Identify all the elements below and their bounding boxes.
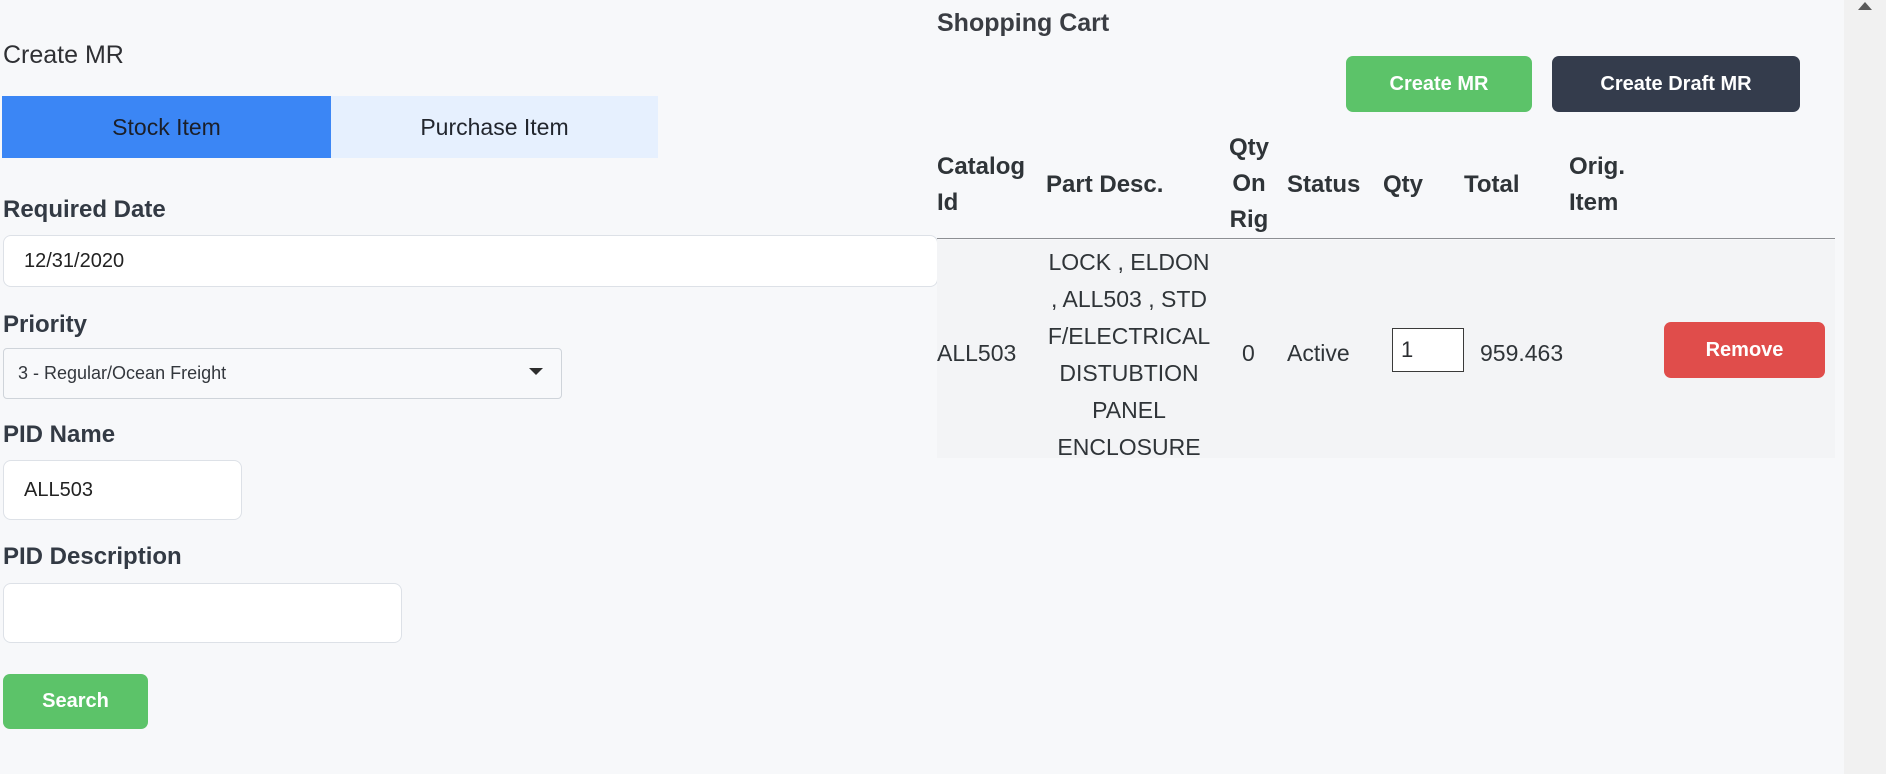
column-header-part-desc: Part Desc. — [1046, 167, 1163, 203]
create-draft-mr-button[interactable]: Create Draft MR — [1552, 56, 1800, 112]
header-text: Orig. — [1569, 153, 1626, 180]
cell-status: Active — [1287, 340, 1350, 366]
pid-name-label: PID Name — [3, 421, 116, 448]
header-text: Total — [1464, 171, 1520, 198]
part-desc-line: ENCLOSURE — [1057, 434, 1201, 460]
required-date-input[interactable]: 12/31/2020 — [3, 235, 938, 287]
column-header-qty: Qty — [1383, 167, 1423, 203]
part-desc-line: DISTUBTION — [1059, 360, 1199, 386]
pid-name-value: ALL503 — [24, 478, 93, 501]
header-text: Qty — [1383, 171, 1424, 198]
tab-purchase-item[interactable]: Purchase Item — [331, 96, 658, 158]
header-text: Item — [1569, 189, 1619, 216]
qty-input-value: 1 — [1401, 337, 1414, 362]
part-desc-line: , ALL503 , STD — [1051, 286, 1207, 312]
cell-qty-on-rig: 0 — [1242, 340, 1255, 366]
create-mr-button-label: Create MR — [1389, 72, 1489, 95]
priority-label: Priority — [3, 311, 88, 338]
pid-description-input[interactable] — [3, 583, 402, 643]
column-header-total: Total — [1464, 167, 1520, 203]
tab-stock-item[interactable]: Stock Item — [2, 96, 331, 158]
table-header-divider — [937, 238, 1835, 239]
header-text: Rig — [1229, 206, 1269, 233]
vertical-scrollbar[interactable] — [1844, 0, 1886, 774]
remove-button-label: Remove — [1705, 338, 1784, 361]
search-button[interactable]: Search — [3, 674, 148, 729]
cell-total: 959.463 — [1480, 340, 1564, 366]
scroll-up-arrow-icon[interactable] — [1858, 2, 1872, 10]
header-text: Part Desc. — [1046, 171, 1164, 198]
part-desc-line: LOCK , ELDON — [1048, 249, 1210, 275]
create-mr-button[interactable]: Create MR — [1346, 56, 1532, 112]
part-desc-line: F/ELECTRICAL — [1047, 323, 1211, 349]
column-header-catalog-id: Catalog Id — [937, 149, 1025, 221]
tab-stock-item-label: Stock Item — [112, 113, 221, 140]
remove-button[interactable]: Remove — [1664, 322, 1825, 378]
pid-name-input[interactable]: ALL503 — [3, 460, 242, 520]
header-text: Status — [1287, 171, 1361, 198]
qty-input[interactable]: 1 — [1392, 328, 1464, 372]
column-header-status: Status — [1287, 167, 1360, 203]
priority-selected-value: 3 - Regular/Ocean Freight — [18, 363, 227, 383]
pid-description-label: PID Description — [3, 543, 182, 570]
header-text: On — [1232, 170, 1266, 197]
search-button-label: Search — [42, 690, 109, 712]
priority-select[interactable]: 3 - Regular/Ocean Freight — [3, 348, 562, 399]
header-text: Catalog — [937, 153, 1026, 180]
tab-purchase-item-label: Purchase Item — [420, 113, 569, 140]
part-desc-line: PANEL — [1092, 397, 1166, 423]
create-draft-mr-button-label: Create Draft MR — [1600, 72, 1752, 95]
create-mr-title: Create MR — [3, 41, 124, 69]
column-header-qty-on-rig: Qty On Rig — [1224, 130, 1274, 238]
column-header-orig-item: Orig. Item — [1569, 149, 1625, 221]
header-text: Id — [937, 189, 959, 216]
cell-catalog-id: ALL503 — [937, 340, 1017, 366]
required-date-value: 12/31/2020 — [24, 249, 125, 272]
chevron-down-icon — [529, 368, 543, 375]
header-text: Qty — [1228, 134, 1269, 161]
cell-part-desc: LOCK , ELDON , ALL503 , STD F/ELECTRICAL… — [1036, 244, 1222, 466]
shopping-cart-title: Shopping Cart — [937, 9, 1110, 37]
required-date-label: Required Date — [3, 196, 166, 223]
